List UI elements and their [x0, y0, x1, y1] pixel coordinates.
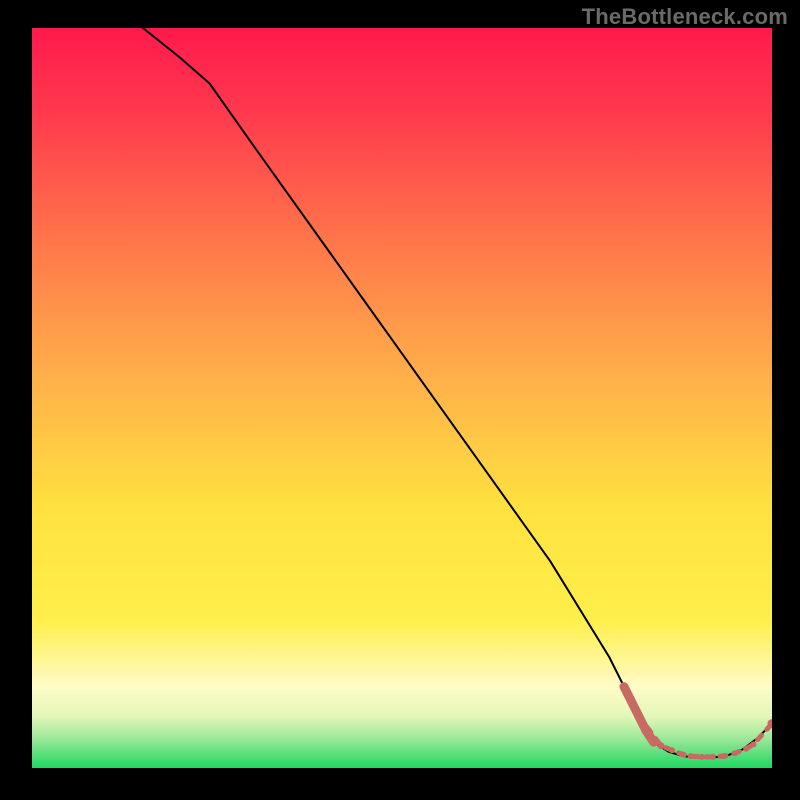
- marker-dot: [688, 753, 694, 759]
- marker-dot: [635, 712, 643, 720]
- gradient-background: [32, 28, 772, 768]
- marker-dot: [743, 746, 749, 752]
- watermark-text: TheBottleneck.com: [582, 4, 788, 30]
- chart-svg: [32, 28, 772, 768]
- plot-area: [32, 28, 772, 768]
- marker-dot: [732, 750, 738, 756]
- marker-dot: [721, 753, 727, 759]
- marker-dot: [680, 752, 686, 758]
- marker-dot: [710, 754, 716, 760]
- marker-dot: [658, 742, 665, 749]
- marker-dot: [751, 741, 757, 747]
- chart-stage: TheBottleneck.com: [0, 0, 800, 800]
- marker-dot: [699, 754, 705, 760]
- marker-dot: [669, 747, 675, 753]
